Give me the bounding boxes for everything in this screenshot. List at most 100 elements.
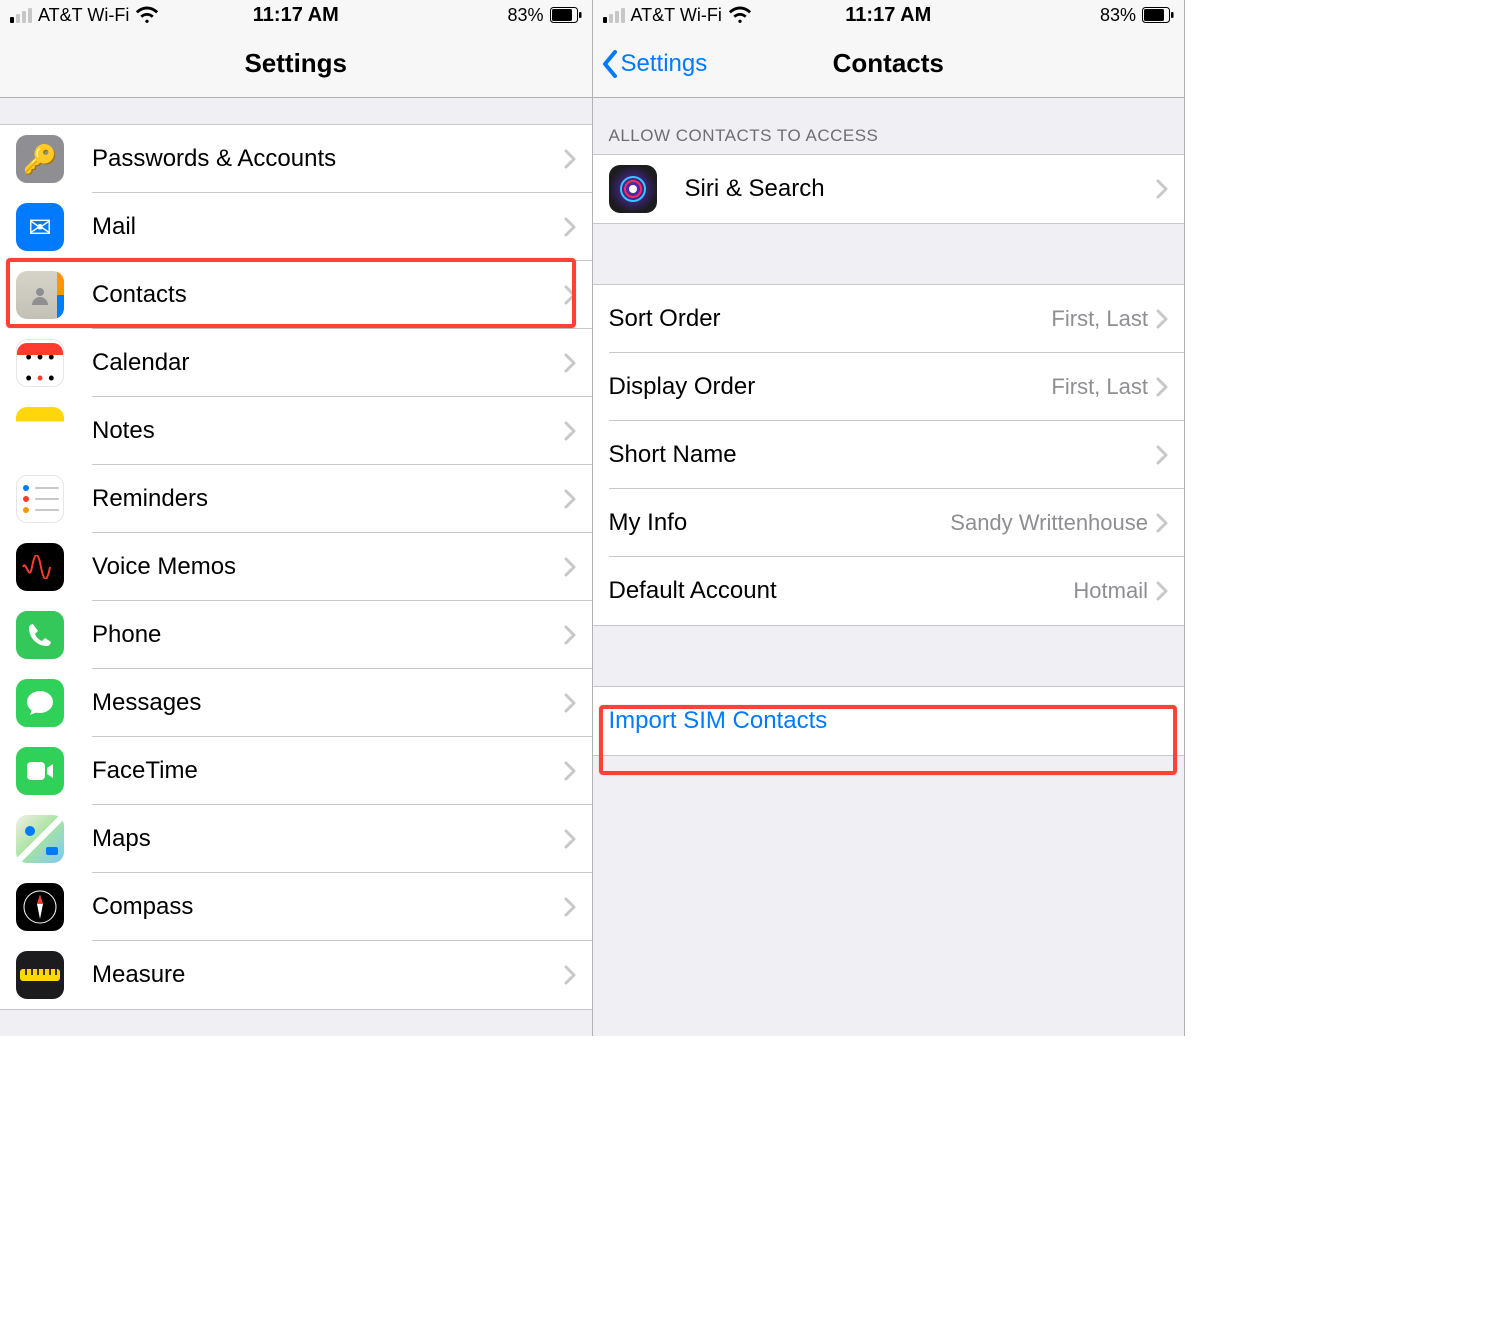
- row-label: Maps: [92, 825, 564, 853]
- row-phone[interactable]: Phone: [0, 601, 592, 669]
- row-sort-order[interactable]: Sort Order First, Last: [593, 285, 1185, 353]
- wifi-icon: [135, 6, 159, 24]
- chevron-right-icon: [1156, 445, 1168, 465]
- row-label: Phone: [92, 621, 564, 649]
- row-mail[interactable]: ✉︎ Mail: [0, 193, 592, 261]
- chevron-right-icon: [564, 829, 576, 849]
- row-label: Short Name: [609, 441, 1149, 469]
- facetime-icon: [16, 747, 64, 795]
- chevron-right-icon: [1156, 513, 1168, 533]
- row-label: Default Account: [609, 577, 1074, 605]
- mail-icon: ✉︎: [16, 203, 64, 251]
- cellular-signal-icon: [603, 8, 625, 23]
- back-label: Settings: [621, 50, 708, 78]
- chevron-right-icon: [564, 285, 576, 305]
- battery-icon: [550, 7, 582, 23]
- chevron-right-icon: [564, 489, 576, 509]
- row-notes[interactable]: Notes: [0, 397, 592, 465]
- section-header-allow-access: ALLOW CONTACTS TO ACCESS: [593, 98, 1185, 154]
- calendar-icon: • • •• • •: [16, 339, 64, 387]
- row-value: Sandy Writtenhouse: [950, 510, 1148, 536]
- chevron-right-icon: [564, 353, 576, 373]
- chevron-right-icon: [1156, 179, 1168, 199]
- phone-icon: [16, 611, 64, 659]
- row-messages[interactable]: Messages: [0, 669, 592, 737]
- row-label: Sort Order: [609, 305, 1052, 333]
- row-label: My Info: [609, 509, 951, 537]
- row-label: Messages: [92, 689, 564, 717]
- status-bar: AT&T Wi-Fi 11:17 AM 83%: [0, 0, 592, 30]
- row-voice-memos[interactable]: Voice Memos: [0, 533, 592, 601]
- import-sim-contacts-button[interactable]: Import SIM Contacts: [593, 687, 1185, 755]
- chevron-right-icon: [564, 761, 576, 781]
- chevron-right-icon: [564, 557, 576, 577]
- row-contacts[interactable]: Contacts: [0, 261, 592, 329]
- battery-percentage: 83%: [1100, 5, 1136, 26]
- chevron-right-icon: [564, 897, 576, 917]
- status-time: 11:17 AM: [201, 4, 392, 27]
- row-calendar[interactable]: • • •• • • Calendar: [0, 329, 592, 397]
- row-value: First, Last: [1051, 374, 1148, 400]
- chevron-right-icon: [564, 625, 576, 645]
- row-label: Passwords & Accounts: [92, 145, 564, 173]
- row-passwords-accounts[interactable]: 🔑 Passwords & Accounts: [0, 125, 592, 193]
- contacts-settings-list[interactable]: ALLOW CONTACTS TO ACCESS Siri & Search S…: [593, 98, 1185, 1036]
- reminders-icon: [16, 475, 64, 523]
- row-short-name[interactable]: Short Name: [593, 421, 1185, 489]
- settings-list[interactable]: 🔑 Passwords & Accounts ✉︎ Mail Contacts: [0, 98, 592, 1036]
- row-label: Compass: [92, 893, 564, 921]
- chevron-right-icon: [564, 965, 576, 985]
- row-facetime[interactable]: FaceTime: [0, 737, 592, 805]
- row-my-info[interactable]: My Info Sandy Writtenhouse: [593, 489, 1185, 557]
- carrier-label: AT&T Wi-Fi: [631, 5, 722, 26]
- cellular-signal-icon: [10, 8, 32, 23]
- chevron-left-icon: [601, 49, 619, 79]
- row-label: Contacts: [92, 281, 564, 309]
- row-display-order[interactable]: Display Order First, Last: [593, 353, 1185, 421]
- row-value: First, Last: [1051, 306, 1148, 332]
- back-button[interactable]: Settings: [593, 30, 708, 97]
- chevron-right-icon: [564, 149, 576, 169]
- row-label: Notes: [92, 417, 564, 445]
- chevron-right-icon: [1156, 581, 1168, 601]
- row-label: Calendar: [92, 349, 564, 377]
- button-label: Import SIM Contacts: [609, 707, 828, 735]
- status-bar: AT&T Wi-Fi 11:17 AM 83%: [593, 0, 1185, 30]
- row-maps[interactable]: Maps: [0, 805, 592, 873]
- settings-screen: AT&T Wi-Fi 11:17 AM 83% Settings 🔑 Passw…: [0, 0, 593, 1036]
- battery-percentage: 83%: [507, 5, 543, 26]
- row-label: Voice Memos: [92, 553, 564, 581]
- carrier-label: AT&T Wi-Fi: [38, 5, 129, 26]
- voicememos-icon: [16, 543, 64, 591]
- row-label: Reminders: [92, 485, 564, 513]
- wifi-icon: [728, 6, 752, 24]
- row-label: Siri & Search: [685, 175, 1157, 203]
- row-value: Hotmail: [1073, 578, 1148, 604]
- contacts-icon: [16, 271, 64, 319]
- key-icon: 🔑: [16, 135, 64, 183]
- measure-icon: [16, 951, 64, 999]
- row-label: Mail: [92, 213, 564, 241]
- nav-bar: Settings: [0, 30, 592, 98]
- maps-icon: [16, 815, 64, 863]
- row-label: Display Order: [609, 373, 1052, 401]
- notes-icon: [16, 407, 64, 455]
- row-reminders[interactable]: Reminders: [0, 465, 592, 533]
- contacts-settings-screen: AT&T Wi-Fi 11:17 AM 83% Settings Contact…: [593, 0, 1186, 1036]
- row-measure[interactable]: Measure: [0, 941, 592, 1009]
- row-siri-search[interactable]: Siri & Search: [593, 155, 1185, 223]
- page-title: Settings: [0, 48, 592, 79]
- status-time: 11:17 AM: [793, 4, 984, 27]
- chevron-right-icon: [1156, 309, 1168, 329]
- chevron-right-icon: [1156, 377, 1168, 397]
- battery-icon: [1142, 7, 1174, 23]
- row-compass[interactable]: Compass: [0, 873, 592, 941]
- chevron-right-icon: [564, 421, 576, 441]
- row-label: FaceTime: [92, 757, 564, 785]
- chevron-right-icon: [564, 693, 576, 713]
- siri-icon: [609, 165, 657, 213]
- row-default-account[interactable]: Default Account Hotmail: [593, 557, 1185, 625]
- row-label: Measure: [92, 961, 564, 989]
- messages-icon: [16, 679, 64, 727]
- nav-bar: Settings Contacts: [593, 30, 1185, 98]
